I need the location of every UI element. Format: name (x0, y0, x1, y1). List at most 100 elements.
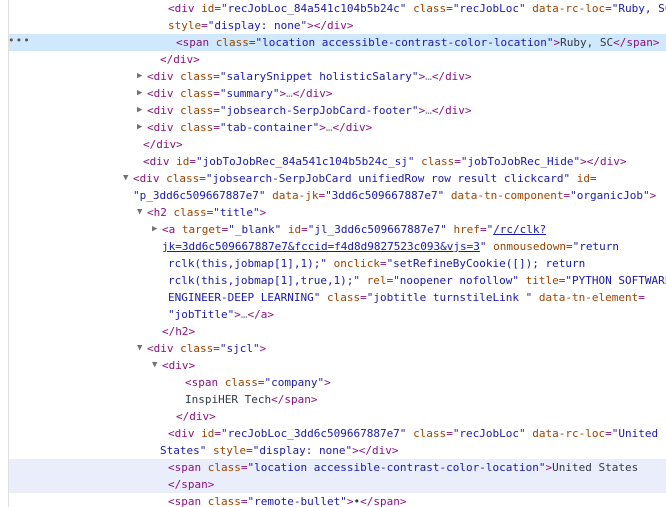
dom-node-a-jobtitle[interactable]: ▶ <a target="_blank" id="jl_3dd6c50966788… (0, 221, 666, 238)
token-punct: > (267, 308, 274, 321)
token-attrval: "jobToJobRec_84a541c104b5b24c_sj" (196, 155, 415, 168)
twisty-spacer-icon (158, 493, 168, 507)
dom-node-a-jobtitle-onmousedown-cont[interactable]: rclk(this,jobmap[1],1);" onclick="setRef… (0, 255, 666, 272)
token-punct: = (301, 223, 308, 236)
token-attrval: "sjcl" (219, 342, 260, 355)
token-punct: > (259, 342, 267, 355)
token-punct: = (257, 376, 265, 389)
dom-node-div-salarysnippet[interactable]: ▶ <div class="salarySnippet holisticSalar… (0, 68, 666, 85)
twisty-spacer-icon (158, 255, 168, 272)
token-attrval: "jobsearch-SerpJobCard unifiedRow row re… (205, 172, 571, 185)
dom-node-row-content: ▼ <div> (152, 357, 195, 374)
dom-node-span-remote-bullet[interactable]: <span class="remote-bullet">•</span> (0, 493, 666, 507)
chevron-right-icon[interactable]: ▶ (152, 221, 162, 238)
dom-node-row-content: ▶ <a target="_blank" id="jl_3dd6c50966788… (152, 221, 546, 238)
token-attrname: id (576, 172, 590, 185)
token-ellipsis: … (425, 70, 432, 83)
token-punct: = (605, 2, 612, 15)
dom-node-div-serpjobcard-unifiedrow-cont[interactable]: "p_3dd6c509667887e7" data-jk="3dd6c50966… (0, 187, 666, 204)
chevron-right-icon[interactable]: ▶ (137, 102, 147, 119)
dom-node-recjobloc-84a541c104b5b24c-wrap[interactable]: style="display: none"></div> (0, 17, 666, 34)
dom-node-span-location-close[interactable]: </span> (0, 476, 666, 493)
chevron-right-icon[interactable]: ▶ (137, 119, 147, 136)
token-attrname: class (224, 376, 258, 389)
dom-node-row-content: </div> (150, 51, 200, 68)
dom-node-div-serpjobcard-unifiedrow[interactable]: ▼ <div class="jobsearch-SerpJobCard unifi… (0, 170, 666, 187)
dom-node-div-jobtojobrec[interactable]: <div id="jobToJobRec_84a541c104b5b24c_sj… (0, 153, 666, 170)
chevron-down-icon[interactable]: ▼ (137, 204, 147, 221)
token-attrname: style (168, 19, 202, 32)
dom-node-row-content: rclk(this,jobmap[1],true,1);" rel="noope… (158, 272, 666, 289)
dom-node-row-content: ▼ <div class="sjcl"> (137, 340, 266, 357)
dom-node-h2-close[interactable]: </h2> (0, 323, 666, 340)
token-attrname: title (525, 274, 559, 287)
token-attrname: rel (366, 274, 387, 287)
dom-node-span-company[interactable]: <span class="company"> (0, 374, 666, 391)
dom-node-a-jobtitle-close[interactable]: "jobTitle">…</a> (0, 306, 666, 323)
token-tag: span (181, 478, 208, 491)
token-punct: = (379, 257, 387, 270)
twisty-spacer-icon (133, 153, 143, 170)
token-tag: div (149, 155, 170, 168)
dom-node-div-close[interactable]: </div> (0, 51, 666, 68)
chevron-down-icon[interactable]: ▼ (152, 357, 162, 374)
token-link[interactable]: /rc/clk? (493, 223, 546, 236)
token-punct: = (199, 172, 206, 185)
dom-node-div-inner-close[interactable]: </div> (0, 408, 666, 425)
token-punct: < (168, 461, 175, 474)
dom-node-a-jobtitle-title-cont[interactable]: ENGINEER-DEEP LEARNING" class="jobtitle … (0, 289, 666, 306)
token-attrval: "remote-bullet" (247, 495, 347, 507)
token-tag: div (153, 121, 174, 134)
token-attrval: "display: none" (252, 444, 353, 457)
dom-node-div-summary[interactable]: ▶ <div class="summary">…</div> (0, 85, 666, 102)
token-tag: h2 (153, 206, 167, 219)
token-punct: < (168, 2, 175, 15)
node-overflow-badge[interactable]: ••• (8, 34, 32, 51)
token-tag: div (173, 53, 194, 66)
token-tag: div (326, 19, 347, 32)
dom-node-row-content: </h2> (152, 323, 195, 340)
dom-node-div-close-2[interactable]: </div> (0, 136, 666, 153)
dom-node-span-company-text[interactable]: InspiHER Tech</span> (0, 391, 666, 408)
dom-node-a-jobtitle-href-cont[interactable]: jk=3dd6c509667887e7&fccid=f4d8d9827523c0… (0, 238, 666, 255)
token-tag: div (168, 359, 189, 372)
dom-node-a-jobtitle-onclick-cont[interactable]: rclk(this,jobmap[1],true,1);" rel="noope… (0, 272, 666, 289)
chevron-down-icon[interactable]: ▼ (137, 340, 147, 357)
token-punct: </ (586, 155, 601, 168)
chevron-right-icon[interactable]: ▶ (137, 68, 147, 85)
twisty-spacer-icon (150, 51, 160, 68)
token-tag: div (345, 121, 366, 134)
dom-node-h2-title[interactable]: ▼ <h2 class="title"> (0, 204, 666, 221)
dom-node-div-tab-container[interactable]: ▶ <div class="tab-container">…</div> (0, 119, 666, 136)
token-attrval: rclk(this,jobmap[1],true,1);" (168, 274, 361, 287)
twisty-spacer-icon (158, 459, 168, 476)
dom-node-recjobloc-84a541c104b5b24c[interactable]: <div id="recJobLoc_84a541c104b5b24c" cla… (0, 0, 666, 17)
token-punct: > (310, 393, 318, 406)
token-punct: > (399, 495, 407, 507)
token-attrval: "recJobLoc" (452, 2, 526, 15)
twisty-spacer-icon (158, 289, 168, 306)
chevron-right-icon[interactable]: ▶ (137, 85, 147, 102)
chevron-down-icon[interactable]: ▼ (123, 170, 133, 187)
token-punct: </ (292, 87, 306, 100)
token-link[interactable]: jk=3dd6c509667887e7&fccid=f4d8d9827523c0… (162, 240, 480, 253)
token-tag: div (153, 104, 174, 117)
dom-node-span-location-united-states[interactable]: <span class="location accessible-contras… (0, 459, 666, 476)
dom-node-div-sjcl[interactable]: ▼ <div class="sjcl"> (0, 340, 666, 357)
dom-node-div-inner[interactable]: ▼ <div> (0, 357, 666, 374)
dom-node-div-recjobloc-3dd6c509667887e7-cont[interactable]: States" style="display: none"></div> (0, 442, 666, 459)
token-attrval: "jobtitle turnstileLink " (366, 291, 533, 304)
dom-node-span-location-selected[interactable]: ••• <span class="location accessible-con… (0, 34, 666, 51)
token-attrname: class (326, 291, 361, 304)
dom-tree[interactable]: <div id="recJobLoc_84a541c104b5b24c" cla… (0, 0, 666, 507)
dom-node-row-content: ▶ <div class="salarySnippet holisticSalar… (137, 68, 472, 85)
token-attrval: "setRefineByCookie([]); return (386, 257, 586, 270)
token-punct: </ (160, 53, 174, 66)
token-ellipsis: … (286, 87, 293, 100)
dom-node-div-serpjobcard-footer[interactable]: ▶ <div class="jobsearch-SerpJobCard-foote… (0, 102, 666, 119)
dom-node-div-recjobloc-3dd6c509667887e7[interactable]: <div id="recJobLoc_3dd6c509667887e7" cla… (0, 425, 666, 442)
token-attrval: "jl_3dd6c509667887e7" (307, 223, 447, 236)
